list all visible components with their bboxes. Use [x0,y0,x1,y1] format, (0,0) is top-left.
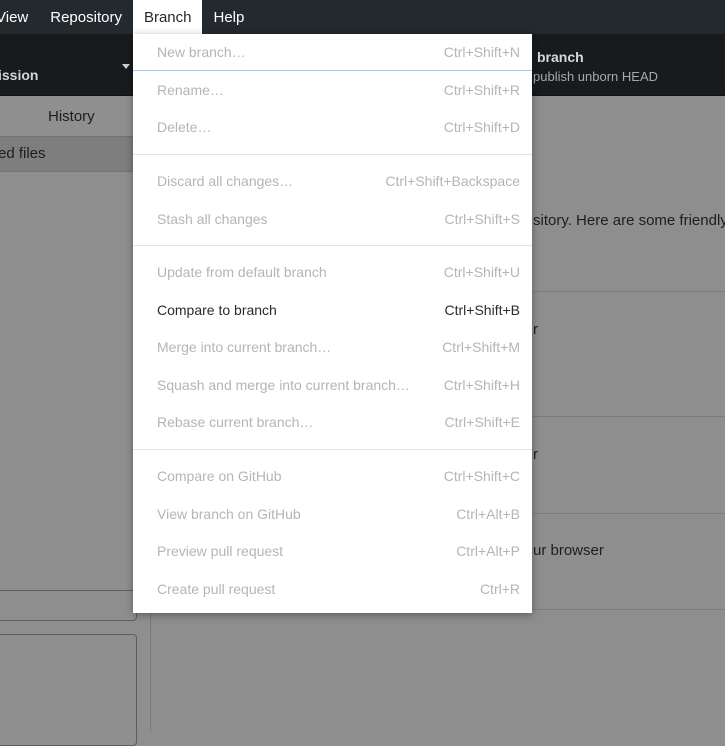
divider [533,513,725,514]
menu-item-shortcut: Ctrl+Shift+D [443,119,520,135]
menu-item-label: Update from default branch [157,264,327,280]
menu-item-label: Stash all changes [157,211,268,227]
suggestion-card-3: ur browser [533,542,604,559]
menu-item-shortcut: Ctrl+Shift+U [443,264,520,280]
divider [533,416,725,417]
menu-item-shortcut: Ctrl+Shift+M [442,339,520,355]
current-repository-label: ission [0,67,39,83]
publish-branch-title[interactable]: branch [537,49,584,65]
menu-separator [133,154,532,155]
menu-item-merge-into-current-branch[interactable]: Merge into current branch… Ctrl+Shift+M [133,329,532,365]
menu-item-shortcut: Ctrl+Alt+P [456,543,520,559]
menu-item-discard-all-changes[interactable]: Discard all changes… Ctrl+Shift+Backspac… [133,163,532,199]
menu-separator [133,449,532,450]
menu-repository[interactable]: Repository [39,0,133,34]
menu-branch[interactable]: Branch [132,0,203,34]
menu-item-label: Create pull request [157,581,276,597]
menu-item-shortcut: Ctrl+Shift+B [444,302,520,318]
publish-branch-description: publish unborn HEAD [533,69,659,84]
menu-item-update-from-default-branch[interactable]: Update from default branch Ctrl+Shift+U [133,254,532,290]
menu-item-new-branch[interactable]: New branch… Ctrl+Shift+N [133,34,532,71]
menu-item-label: Rebase current branch… [157,414,314,430]
menu-item-shortcut: Ctrl+Shift+S [444,211,520,227]
menu-item-shortcut: Ctrl+Alt+B [456,506,520,522]
menu-item-label: New branch… [157,44,246,60]
menu-item-label: View branch on GitHub [157,506,301,522]
divider [533,291,725,292]
menu-separator [133,245,532,246]
menu-repository-label: Repository [50,8,122,26]
menu-branch-label: Branch [143,8,192,26]
menu-item-label: Compare on GitHub [157,468,282,484]
menu-item-shortcut: Ctrl+Shift+R [443,82,520,98]
menu-item-label: Squash and merge into current branch… [157,377,410,393]
menu-item-compare-to-branch[interactable]: Compare to branch Ctrl+Shift+B [133,292,532,328]
menu-help[interactable]: Help [202,0,255,34]
divider [533,609,725,610]
menu-item-stash-all-changes[interactable]: Stash all changes Ctrl+Shift+S [133,201,532,237]
menu-item-label: Preview pull request [157,543,284,559]
branch-menu: New branch… Ctrl+Shift+N Rename… Ctrl+Sh… [133,34,532,613]
menu-item-create-pull-request[interactable]: Create pull request Ctrl+R [133,571,532,607]
intro-text: sitory. Here are some friendly [533,212,725,229]
current-repository-button[interactable]: ission [0,34,134,95]
sidebar: History ed files [0,96,151,746]
changed-files-label: ed files [0,145,46,162]
menu-item-squash-and-merge[interactable]: Squash and merge into current branch… Ct… [133,367,532,403]
menu-item-label: Rename… [157,82,224,98]
menu-item-rename[interactable]: Rename… Ctrl+Shift+R [133,72,532,108]
menu-item-shortcut: Ctrl+Shift+N [443,44,520,60]
menu-item-label: Delete… [157,119,212,135]
tab-history[interactable]: History [0,96,150,136]
menu-bar: View Repository Branch Help [0,0,725,34]
tab-history-label: History [48,108,95,125]
menu-item-preview-pull-request[interactable]: Preview pull request Ctrl+Alt+P [133,533,532,569]
menu-item-label: Discard all changes… [157,173,294,189]
menu-item-shortcut: Ctrl+Shift+C [443,468,520,484]
commit-description-input[interactable] [0,634,137,746]
suggestion-card-2: r [533,446,538,463]
suggestion-card-1: r [533,321,538,338]
menu-item-label: Merge into current branch… [157,339,332,355]
changed-files-header: ed files [0,136,150,172]
menu-item-rebase-current-branch[interactable]: Rebase current branch… Ctrl+Shift+E [133,404,532,440]
chevron-down-icon [122,64,130,69]
menu-item-label: Compare to branch [157,302,277,318]
commit-summary-input[interactable] [0,590,137,621]
menu-item-shortcut: Ctrl+Shift+E [444,414,520,430]
menu-view-label: View [0,8,29,26]
menu-item-shortcut: Ctrl+Shift+H [443,377,520,393]
menu-item-shortcut: Ctrl+Shift+Backspace [385,173,520,189]
menu-help-label: Help [213,8,245,26]
menu-item-delete[interactable]: Delete… Ctrl+Shift+D [133,109,532,145]
menu-view[interactable]: View [0,0,39,34]
menu-item-compare-on-github[interactable]: Compare on GitHub Ctrl+Shift+C [133,458,532,494]
menu-item-shortcut: Ctrl+R [479,581,520,597]
menu-item-view-branch-on-github[interactable]: View branch on GitHub Ctrl+Alt+B [133,496,532,532]
